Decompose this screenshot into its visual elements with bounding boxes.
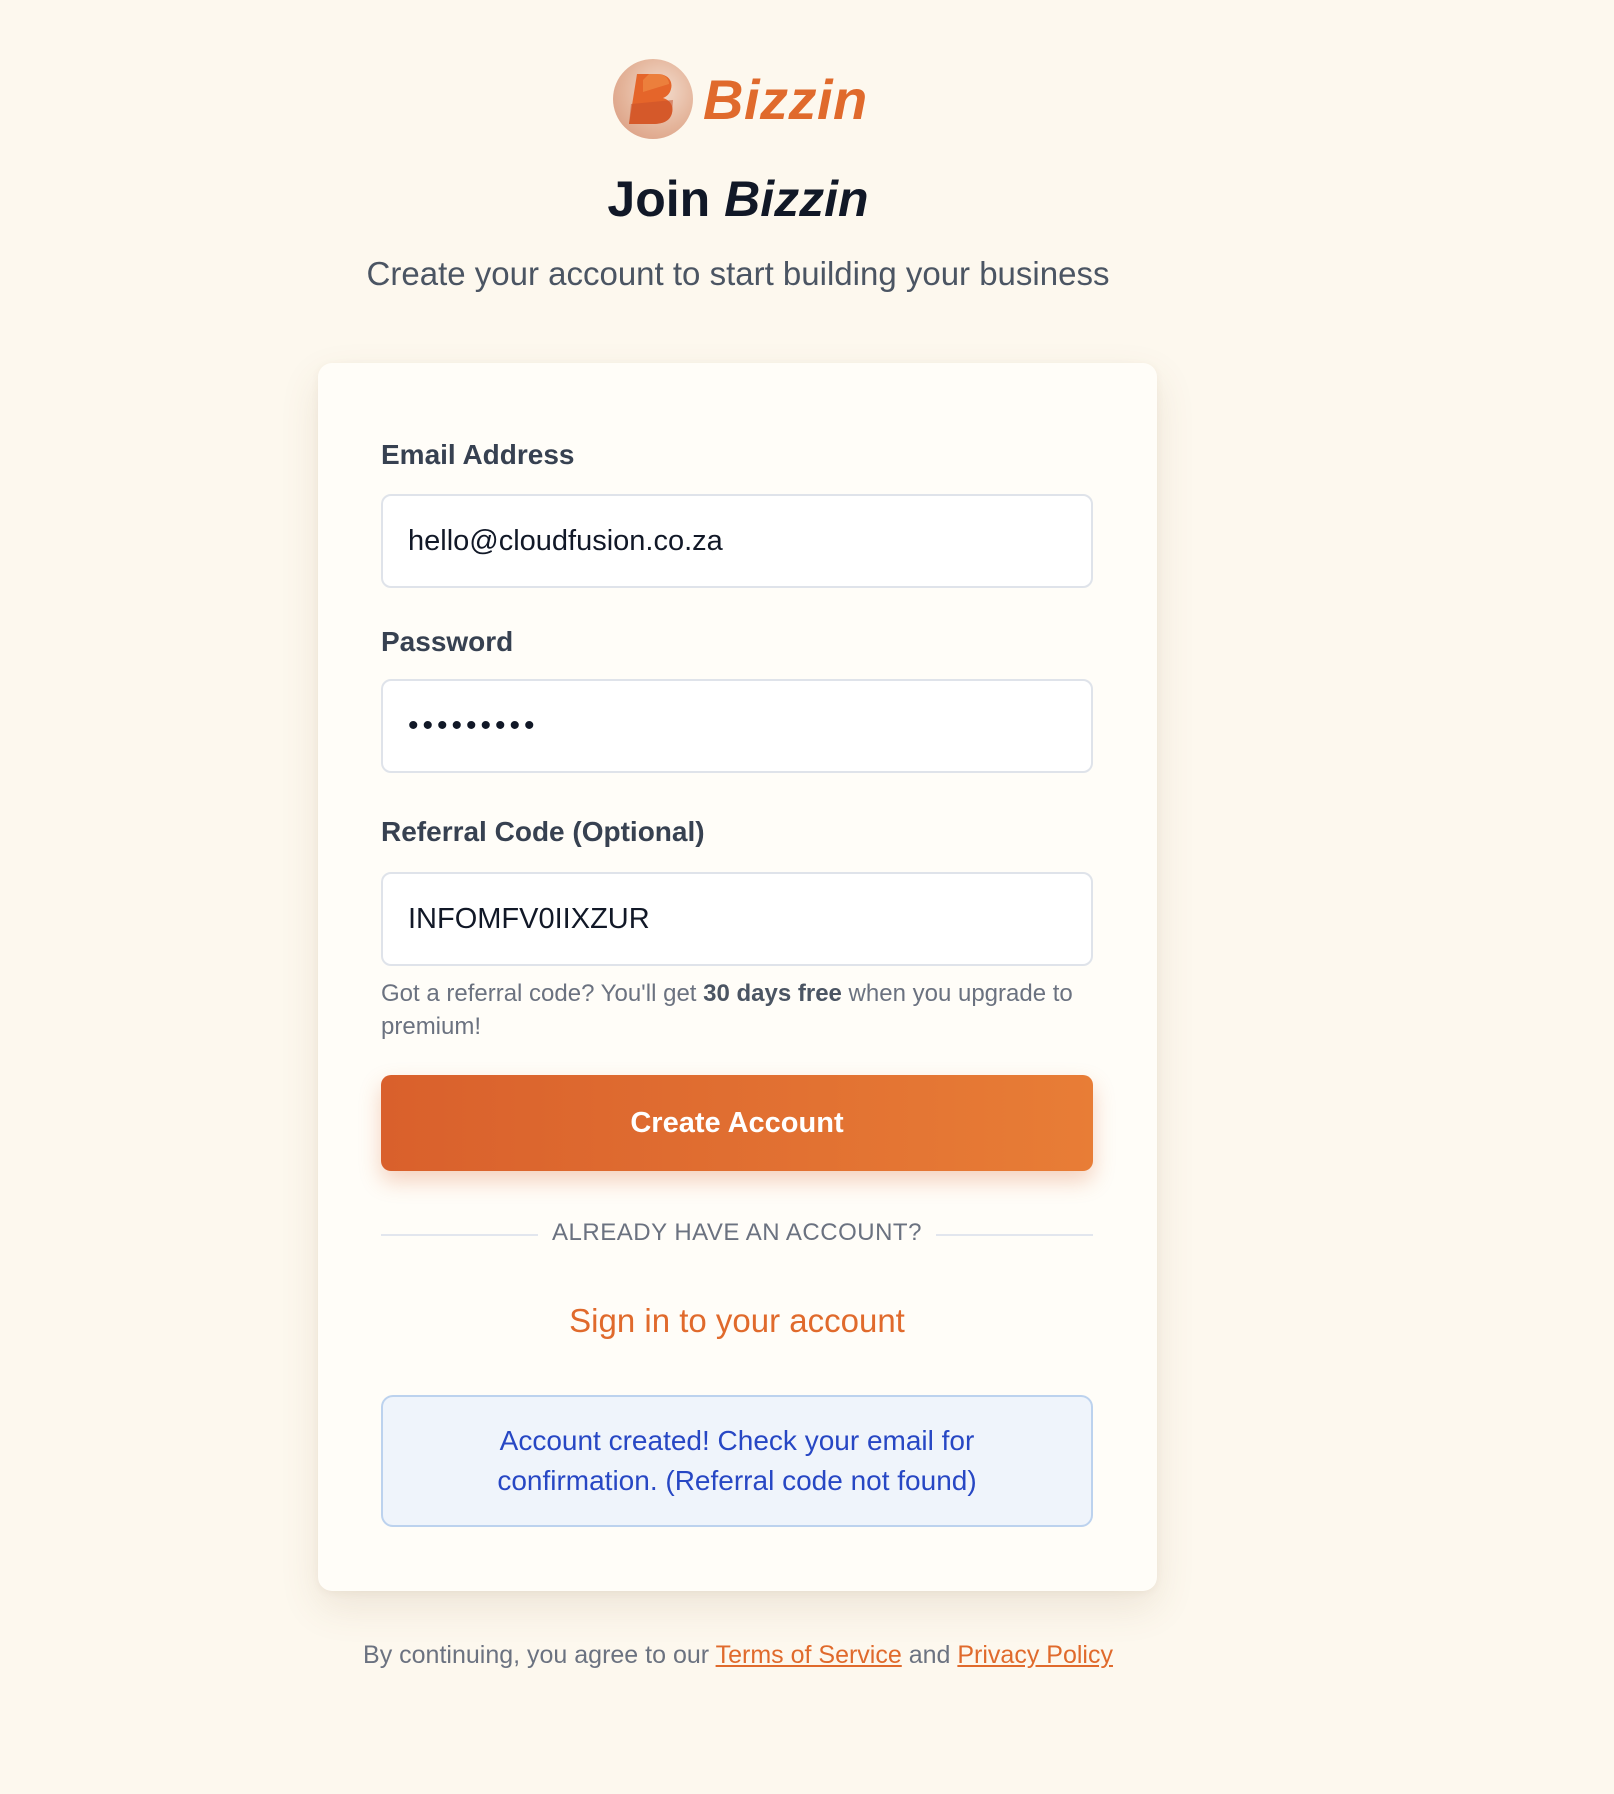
hint-bold: 30 days free [703, 980, 842, 1007]
title-brand: Bizzin [724, 171, 869, 227]
terms-of-service-link[interactable]: Terms of Service [716, 1641, 902, 1669]
divider-label: ALREADY HAVE AN ACCOUNT? [381, 1219, 1093, 1247]
referral-label: Referral Code (Optional) [381, 816, 705, 847]
email-label: Email Address [381, 439, 575, 470]
sign-in-link[interactable]: Sign in to your account [381, 1302, 1093, 1340]
password-label: Password [381, 626, 514, 657]
title-prefix: Join [607, 171, 711, 227]
alert-message: Account created! Check your email for co… [497, 1425, 977, 1496]
password-field[interactable]: ••••••••• [381, 679, 1093, 773]
privacy-policy-link[interactable]: Privacy Policy [957, 1641, 1113, 1669]
status-alert: Account created! Check your email for co… [381, 1395, 1093, 1527]
hint-text-before: Got a referral code? You'll get [381, 980, 704, 1007]
email-field[interactable]: hello@cloudfusion.co.za [381, 494, 1093, 588]
page-title: Join Bizzin [0, 170, 1476, 228]
referral-hint: Got a referral code? You'll get 30 days … [381, 977, 1101, 1043]
brand-header: Bizzin [613, 58, 868, 140]
footer-prefix: By continuing, you agree to our [363, 1641, 716, 1669]
page-subtitle: Create your account to start building yo… [366, 255, 1110, 292]
divider-text: ALREADY HAVE AN ACCOUNT? [538, 1219, 936, 1246]
brand-name: Bizzin [703, 67, 868, 131]
footer-and: and [901, 1641, 958, 1669]
legal-footer: By continuing, you agree to our Terms of… [0, 1641, 1476, 1670]
create-account-button[interactable]: Create Account [381, 1075, 1093, 1171]
signup-page: Bizzin Join Bizzin Create your account t… [0, 0, 1614, 1794]
referral-code-field[interactable]: INFOMFV0IIXZUR [381, 872, 1093, 966]
b-logo-icon [613, 59, 693, 139]
